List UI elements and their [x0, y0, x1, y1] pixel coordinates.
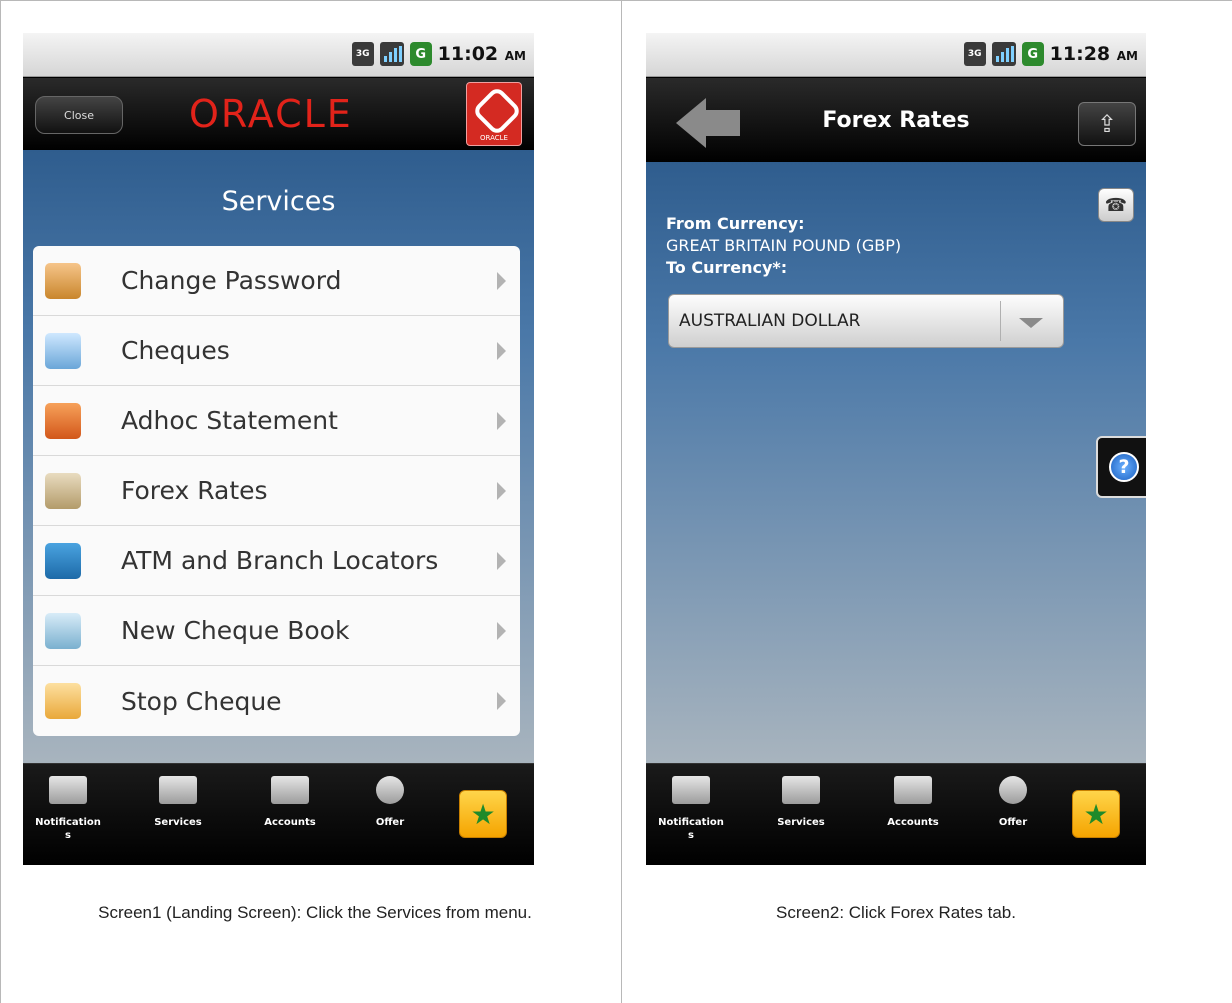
help-icon: ? — [1109, 452, 1139, 482]
document-table: 3G G 11:02 AM Close ORACLE ORACLE Servic… — [0, 0, 1232, 1003]
nav-accounts[interactable]: Accounts — [868, 776, 958, 829]
nav-label: Notification s — [658, 817, 724, 841]
stop-cheque-icon — [45, 683, 81, 719]
table-middle-border — [621, 0, 622, 1003]
oracle-brand-icon[interactable]: ORACLE — [466, 82, 522, 146]
from-currency-label: From Currency: — [666, 214, 805, 233]
chevron-right-icon — [497, 621, 506, 640]
caption-right: Screen2: Click Forex Rates tab. — [776, 903, 1016, 922]
menu-item-label: Adhoc Statement — [121, 406, 338, 435]
menu-item-adhoc-statement[interactable]: Adhoc Statement — [33, 386, 520, 456]
to-currency-select[interactable]: AUSTRALIAN DOLLAR — [668, 294, 1064, 348]
to-currency-label: To Currency*: — [666, 258, 788, 277]
menu-item-label: Stop Cheque — [121, 686, 282, 716]
favorite-star-icon[interactable]: ★ — [1072, 790, 1120, 838]
to-currency-value: AUSTRALIAN DOLLAR — [679, 311, 861, 331]
contact-support-icon[interactable]: ☎ — [1098, 188, 1134, 222]
nav-label: Accounts — [264, 817, 316, 828]
services-icon — [159, 776, 197, 804]
page-title: Services — [221, 186, 336, 217]
signal-icon — [379, 42, 404, 66]
page-title: Forex Rates — [822, 108, 970, 133]
menu-item-label: Forex Rates — [121, 476, 268, 505]
menu-item-change-password[interactable]: Change Password — [33, 246, 520, 316]
menu-item-new-cheque-book[interactable]: New Cheque Book — [33, 596, 520, 666]
nav-label: Offer — [375, 817, 405, 828]
phone-screen-forex-rates: 3G G 11:28 AM Forex Rates ⇪ ☎ From Curre… — [646, 33, 1146, 865]
cheque-book-icon — [45, 612, 81, 649]
phone-screen-services: 3G G 11:02 AM Close ORACLE ORACLE Servic… — [23, 33, 534, 865]
accounts-icon — [894, 776, 932, 804]
offers-icon — [999, 776, 1027, 804]
status-bar: 3G G 11:28 AM — [646, 33, 1146, 77]
menu-item-stop-cheque[interactable]: Stop Cheque — [33, 666, 520, 736]
services-icon — [782, 776, 820, 804]
nav-notifications[interactable]: Notification s — [23, 776, 113, 842]
bottom-nav: Notification s Services Accounts Offer ★ — [23, 763, 534, 865]
bottom-nav: Notification s Services Accounts Offer ★ — [646, 763, 1146, 865]
chevron-right-icon — [497, 551, 506, 570]
menu-item-label: Cheques — [121, 336, 230, 365]
menu-item-forex-rates[interactable]: Forex Rates — [33, 456, 520, 526]
notifications-icon — [672, 776, 710, 804]
network-3g-icon: 3G — [351, 42, 374, 66]
folder-icon — [45, 402, 81, 439]
battery-icon: G — [1021, 42, 1044, 66]
select-divider — [1000, 301, 1001, 341]
nav-services[interactable]: Services — [756, 776, 846, 829]
nav-notifications[interactable]: Notification s — [646, 776, 736, 842]
services-menu: Change Password Cheques Adhoc Statement … — [33, 246, 520, 736]
nav-label: Notification s — [35, 817, 101, 841]
chevron-right-icon — [497, 481, 506, 500]
title-bar: Forex Rates ⇪ — [646, 78, 1146, 162]
signal-icon — [991, 42, 1016, 66]
forex-icon — [45, 472, 81, 509]
help-button[interactable]: ? — [1096, 436, 1146, 498]
menu-item-cheques[interactable]: Cheques — [33, 316, 520, 386]
table-left-border — [0, 0, 1, 1003]
menu-item-label: Change Password — [121, 266, 342, 295]
caption-left: Screen1 (Landing Screen): Click the Serv… — [98, 903, 532, 922]
menu-item-label: New Cheque Book — [121, 616, 350, 645]
nav-label: Services — [777, 817, 825, 828]
title-bar: Close ORACLE ORACLE — [23, 78, 534, 150]
chevron-right-icon — [497, 341, 506, 360]
offers-icon — [376, 776, 404, 804]
chevron-right-icon — [497, 692, 506, 710]
table-top-border — [0, 0, 1232, 1]
favorite-star-icon[interactable]: ★ — [459, 790, 507, 838]
atm-icon — [45, 542, 81, 579]
status-clock: 11:02 AM — [437, 43, 526, 65]
nav-offers[interactable]: Offer — [968, 776, 1058, 829]
notifications-icon — [49, 776, 87, 804]
battery-icon: G — [409, 42, 432, 66]
accounts-icon — [271, 776, 309, 804]
user-lock-icon — [45, 262, 81, 299]
nav-offers[interactable]: Offer — [345, 776, 435, 829]
dropdown-arrow-icon — [1019, 318, 1043, 328]
nav-label: Offer — [998, 817, 1028, 828]
status-clock: 11:28 AM — [1049, 43, 1138, 65]
network-3g-icon: 3G — [963, 42, 986, 66]
nav-label: Services — [154, 817, 202, 828]
share-icon[interactable]: ⇪ — [1078, 102, 1136, 146]
nav-accounts[interactable]: Accounts — [245, 776, 335, 829]
forex-panel: ☎ From Currency: GREAT BRITAIN POUND (GB… — [646, 162, 1146, 763]
status-bar: 3G G 11:02 AM — [23, 33, 534, 77]
menu-item-label: ATM and Branch Locators — [121, 546, 439, 575]
oracle-logo: ORACLE — [189, 92, 353, 136]
chevron-right-icon — [497, 411, 506, 430]
nav-label: Accounts — [887, 817, 939, 828]
cheque-icon — [45, 332, 81, 369]
from-currency-value: GREAT BRITAIN POUND (GBP) — [666, 236, 902, 255]
chevron-right-icon — [497, 271, 506, 290]
menu-item-atm-branch-locators[interactable]: ATM and Branch Locators — [33, 526, 520, 596]
services-panel: Services Change Password Cheques Adhoc S… — [23, 150, 534, 763]
close-button[interactable]: Close — [35, 96, 123, 134]
nav-services[interactable]: Services — [133, 776, 223, 829]
